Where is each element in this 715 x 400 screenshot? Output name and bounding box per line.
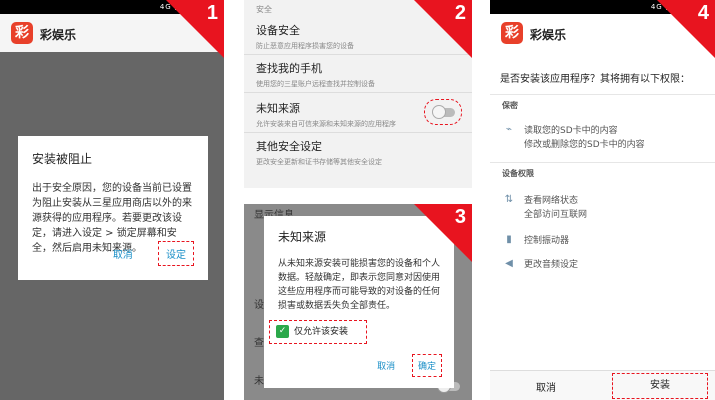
dialog-body: 从未知来源安装可能损害您的设备和个人数据。轻敲确定，即表示您同意对因使用这些应用… xyxy=(278,259,441,311)
permission-item: 读取您的SD卡中的内容 修改或删除您的SD卡中的内容 xyxy=(524,126,645,150)
usb-icon: ⌁ xyxy=(505,124,513,135)
section-label: 安全 xyxy=(256,5,272,14)
setting-unknown-sources[interactable]: 未知来源 允许安装来自可信来源和未知来源的应用程序 xyxy=(256,100,426,129)
step4-panel: 4G ▲ 7 彩 彩娱乐 是否安装该应用程序？其将拥有以下权限： 保密 ⌁ 读取… xyxy=(490,0,715,400)
install-footer: 取消 安装 xyxy=(490,370,715,400)
battery-icon: ▮ xyxy=(506,234,512,245)
step-number: 1 xyxy=(206,2,218,24)
privacy-header: 保密 xyxy=(502,101,518,110)
divider xyxy=(244,92,472,93)
dialog-buttons: 取消 设定 xyxy=(113,241,194,266)
allow-once-checkbox-row[interactable]: ✓ 仅允许该安装 xyxy=(269,320,367,344)
device-permissions-header: 设备权限 xyxy=(502,169,534,178)
volume-icon: ◀ xyxy=(505,258,513,269)
setting-find-my-phone[interactable]: 查找我的手机 使用您的三星账户远程查找并控制设备 xyxy=(256,60,456,89)
app-logo-icon: 彩 xyxy=(11,22,33,44)
ok-button[interactable]: 确定 xyxy=(411,354,442,377)
step-number: 2 xyxy=(454,2,466,24)
setting-title: 查找我的手机 xyxy=(256,62,322,75)
permission-item: 更改音频设定 xyxy=(524,260,579,270)
app-logo-icon: 彩 xyxy=(501,22,523,44)
toggle-knob xyxy=(432,105,446,119)
arrows-icon: ⇅ xyxy=(504,194,514,205)
setting-other-security[interactable]: 其他安全设定 更改安全更新和证书存储等其他安全设定 xyxy=(256,138,456,167)
bg-text: 未 xyxy=(254,376,264,387)
app-title: 彩娱乐 xyxy=(530,28,567,42)
setting-title: 未知来源 xyxy=(256,102,300,115)
step-number: 3 xyxy=(454,206,466,228)
install-button[interactable]: 安装 xyxy=(612,373,708,399)
settings-button[interactable]: 设定 xyxy=(158,241,194,266)
dialog-buttons: 取消 确定 xyxy=(377,354,442,377)
permission-item: 查看网络状态 全部访问互联网 xyxy=(524,196,588,220)
app-title: 彩娱乐 xyxy=(40,28,77,42)
permission-item: 控制振动器 xyxy=(524,236,570,246)
cancel-button[interactable]: 取消 xyxy=(536,379,556,394)
panel-separator xyxy=(244,188,472,204)
install-question: 是否安装该应用程序？其将拥有以下权限： xyxy=(500,74,690,85)
setting-desc: 更改安全更新和证书存储等其他安全设定 xyxy=(256,158,382,166)
step1-panel: 4G ▲ 7 彩 彩娱乐 安装被阻止 出于安全原因，您的设备当前已设置为阻止安装… xyxy=(0,0,224,400)
bg-text: 查 xyxy=(254,338,264,349)
cancel-button[interactable]: 取消 xyxy=(377,362,395,372)
unknown-sources-toggle[interactable] xyxy=(432,105,455,119)
unknown-sources-toggle-highlight xyxy=(424,99,462,125)
checkbox-label: 仅允许该安装 xyxy=(294,327,349,337)
setting-desc: 允许安装来自可信来源和未知来源的应用程序 xyxy=(256,120,396,128)
setting-desc: 使用您的三星账户远程查找并控制设备 xyxy=(256,80,375,88)
setting-title: 其他安全设定 xyxy=(256,140,322,153)
step-number: 4 xyxy=(697,2,709,24)
dialog-title: 安装被阻止 xyxy=(32,152,93,166)
divider xyxy=(244,132,472,133)
divider xyxy=(490,162,715,163)
install-blocked-dialog: 安装被阻止 出于安全原因，您的设备当前已设置为阻止安装从三星应用商店以外的来源获… xyxy=(18,136,208,280)
divider xyxy=(490,94,715,95)
step2-3-panel: 安全 设备安全 防止恶意应用程序损害您的设备 查找我的手机 使用您的三星账户远程… xyxy=(244,0,472,400)
cancel-button[interactable]: 取消 xyxy=(113,246,133,261)
bg-text: 设 xyxy=(254,300,264,311)
check-icon[interactable]: ✓ xyxy=(276,325,289,338)
